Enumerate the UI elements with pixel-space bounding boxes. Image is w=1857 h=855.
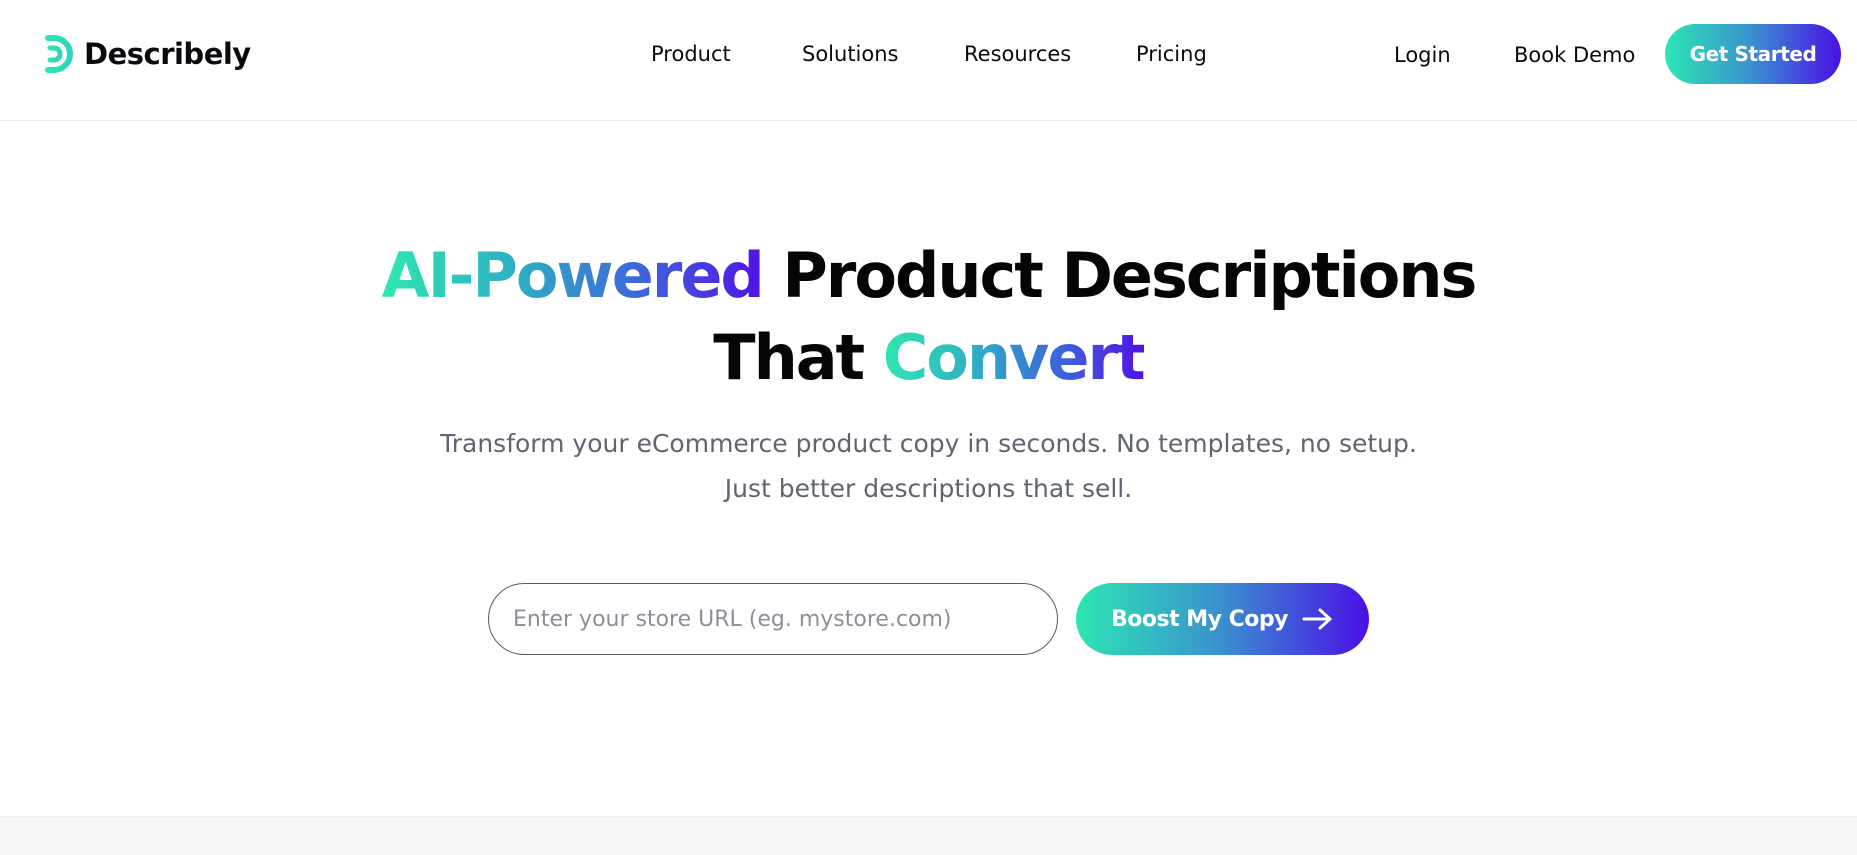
store-url-input[interactable]: [488, 583, 1058, 655]
next-section-band: [0, 816, 1857, 855]
nav-product[interactable]: Product: [651, 40, 731, 68]
get-started-button[interactable]: Get Started: [1665, 24, 1841, 84]
hero-headline: AI-Powered Product Descriptions That Con…: [0, 235, 1857, 399]
subheadline-line-1: Transform your eCommerce product copy in…: [440, 429, 1417, 458]
headline-highlight-convert: Convert: [882, 321, 1146, 394]
site-header: Describely Product Solutions Resources P…: [0, 0, 1857, 121]
nav-login[interactable]: Login: [1394, 41, 1451, 69]
headline-highlight-ai-powered: AI-Powered: [381, 239, 765, 312]
speed-lines-d-logo-icon: [14, 35, 73, 73]
boost-my-copy-label: Boost My Copy: [1110, 606, 1289, 632]
boost-my-copy-button[interactable]: Boost My Copy: [1076, 583, 1369, 655]
nav-book-demo[interactable]: Book Demo: [1514, 41, 1635, 69]
brand-name: Describely: [84, 37, 251, 71]
brand-logo-link[interactable]: Describely: [14, 30, 251, 78]
subheadline-line-2: Just better descriptions that sell.: [724, 474, 1133, 503]
nav-pricing[interactable]: Pricing: [1136, 40, 1207, 68]
hero-subheadline: Transform your eCommerce product copy in…: [0, 421, 1857, 511]
nav-resources[interactable]: Resources: [964, 40, 1071, 68]
headline-text-product-descriptions: Product Descriptions: [762, 239, 1477, 312]
arrow-right-icon: [1302, 608, 1332, 630]
nav-solutions[interactable]: Solutions: [802, 40, 899, 68]
headline-text-that: That: [713, 321, 883, 394]
